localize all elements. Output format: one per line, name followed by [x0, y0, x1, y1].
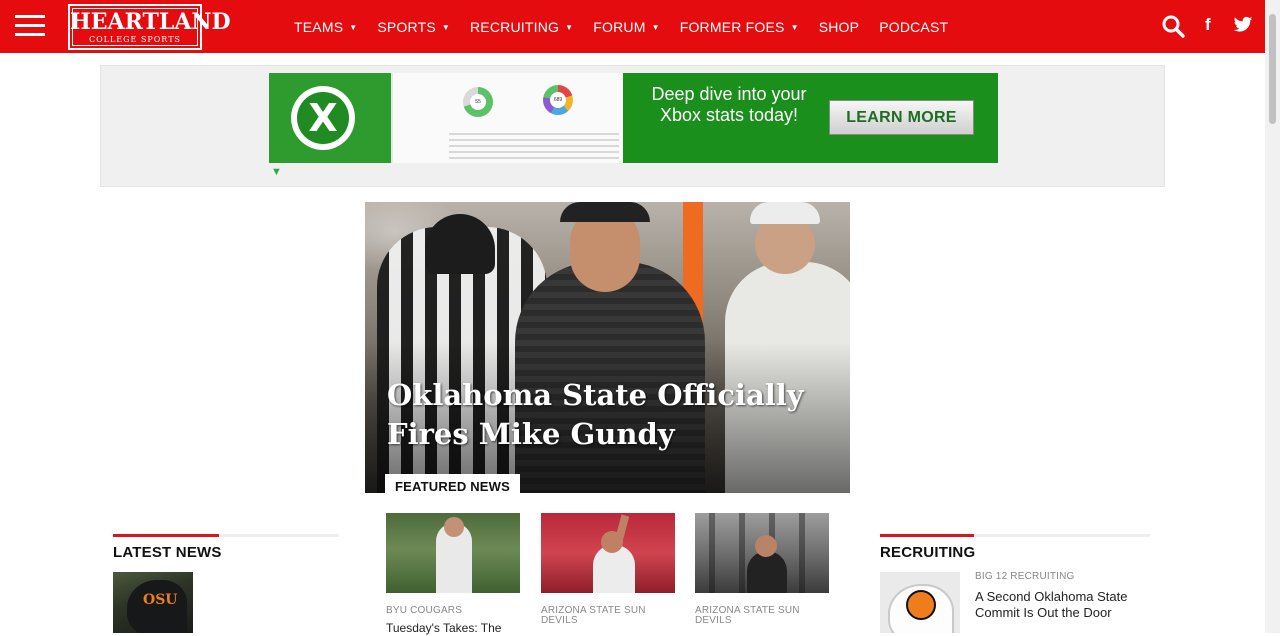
menu-icon[interactable] — [15, 15, 45, 37]
ad-choices-icon[interactable]: ▼ — [271, 166, 283, 178]
facebook-icon[interactable]: f — [1205, 15, 1211, 35]
hero-photo-official-hat — [750, 202, 820, 224]
ad-container: X 55 689 Deep dive into your Xbox stats … — [100, 65, 1165, 187]
ad-donut-value: 55 — [470, 94, 486, 110]
nav-sports-label: SPORTS — [377, 18, 436, 35]
learn-more-button[interactable]: LEARN MORE — [829, 100, 974, 135]
card-image — [386, 513, 520, 593]
ad-donut-chart: 55 — [463, 87, 493, 117]
card-category[interactable]: ARIZONA STATE SUN DEVILS — [541, 606, 675, 626]
card-image — [541, 513, 675, 593]
main-nav: TEAMS ▼ SPORTS ▼ RECRUITING ▼ FORUM ▼ FORMER… — [294, 0, 968, 53]
ad-table-lines — [449, 133, 619, 163]
card-category[interactable]: BYU COUGARS — [386, 606, 520, 616]
chevron-down-icon: ▼ — [349, 22, 358, 32]
chevron-down-icon: ▼ — [651, 22, 660, 32]
page-scrollbar[interactable] — [1265, 0, 1280, 633]
recruiting-title: RECRUITING — [880, 544, 976, 561]
featured-card[interactable]: ARIZONA STATE SUN DEVILS — [541, 513, 675, 631]
latest-news-header: LATEST NEWS — [113, 534, 339, 561]
nav-teams[interactable]: TEAMS ▼ — [294, 19, 357, 35]
xbox-logo-icon: X — [291, 86, 355, 150]
section-accent-bar — [880, 534, 974, 537]
ad-donut-chart: 689 — [543, 85, 573, 115]
hero-photo-referee-head — [425, 214, 495, 274]
nav-shop[interactable]: SHOP — [819, 19, 859, 35]
recruiting-article-title[interactable]: A Second Oklahoma State Commit Is Out th… — [975, 589, 1150, 621]
nav-shop-label: SHOP — [818, 18, 860, 35]
nav-recruiting[interactable]: RECRUITING ▼ — [470, 19, 573, 35]
card-image — [695, 513, 829, 593]
ad-headline: Deep dive into your Xbox stats today! — [651, 84, 807, 125]
card-title[interactable]: Tuesday's Takes: The — [386, 621, 520, 636]
nav-former-foes-label: FORMER FOES — [679, 18, 785, 35]
featured-card[interactable]: ARIZONA STATE SUN DEVILS — [695, 513, 829, 631]
search-icon[interactable] — [1161, 14, 1185, 38]
logo-main-text: HEARTLAND — [70, 9, 231, 35]
site-header: HEARTLAND COLLEGE SPORTS TEAMS ▼ SPORTS ▼ … — [0, 0, 1265, 53]
chevron-down-icon: ▼ — [441, 22, 450, 32]
nav-sports[interactable]: SPORTS ▼ — [377, 19, 450, 35]
nav-forum-label: FORUM — [593, 18, 646, 35]
card-category[interactable]: ARIZONA STATE SUN DEVILS — [695, 606, 829, 626]
chevron-down-icon: ▼ — [565, 22, 574, 32]
ad-donut-value: 689 — [550, 92, 566, 108]
featured-news-label: FEATURED NEWS — [385, 474, 521, 498]
latest-news-title: LATEST NEWS — [113, 544, 222, 561]
hero-title[interactable]: Oklahoma State Officially Fires Mike Gun… — [387, 376, 827, 454]
section-accent-bar — [113, 534, 219, 537]
featured-hero[interactable]: Oklahoma State Officially Fires Mike Gun… — [365, 202, 850, 493]
chevron-down-icon: ▼ — [790, 22, 799, 32]
xbox-ad-banner[interactable]: X 55 689 Deep dive into your Xbox stats … — [269, 73, 998, 163]
ad-logo-area: X — [269, 73, 391, 163]
nav-podcast[interactable]: PODCAST — [879, 19, 948, 35]
nav-former-foes[interactable]: FORMER FOES ▼ — [680, 19, 799, 35]
recruiting-category[interactable]: BIG 12 RECRUITING — [975, 571, 1075, 582]
recruiting-header: RECRUITING — [880, 534, 1150, 561]
ad-screenshot: 55 689 — [391, 73, 623, 163]
nav-recruiting-label: RECRUITING — [470, 18, 560, 35]
twitter-icon[interactable] — [1233, 16, 1253, 34]
logo-sub-text: COLLEGE SPORTS — [88, 35, 182, 44]
helmet-logo: OSU — [143, 592, 178, 608]
nav-teams-label: TEAMS — [294, 18, 344, 35]
header-social: f — [1145, 0, 1265, 53]
hero-photo-coach-headset — [560, 202, 650, 222]
nav-podcast-label: PODCAST — [879, 18, 949, 35]
recruiting-thumbnail[interactable] — [880, 572, 960, 633]
latest-news-thumbnail[interactable]: OSU — [113, 572, 193, 633]
site-logo[interactable]: HEARTLAND COLLEGE SPORTS — [68, 4, 231, 50]
scrollbar-thumb[interactable] — [1269, 14, 1276, 124]
nav-forum[interactable]: FORUM ▼ — [593, 19, 659, 35]
helmet-logo — [906, 590, 936, 620]
featured-card[interactable]: BYU COUGARS Tuesday's Takes: The — [386, 513, 520, 636]
